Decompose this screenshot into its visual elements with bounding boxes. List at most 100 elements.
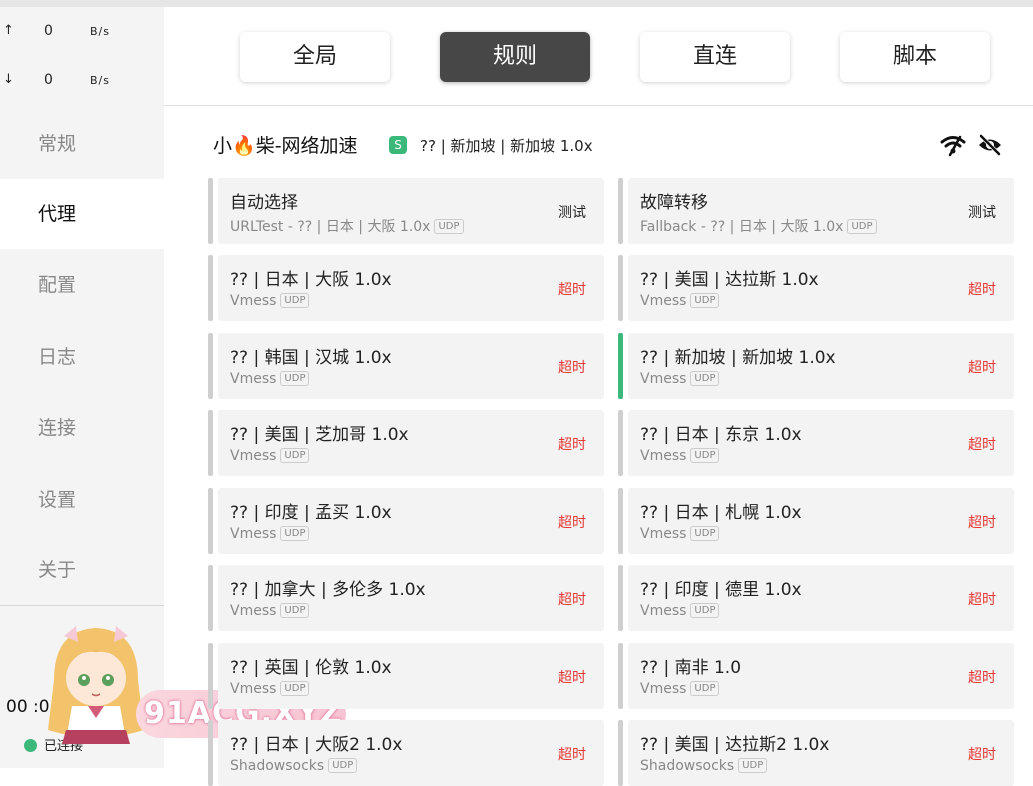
proxy-type-label: Vmess [640,448,687,464]
proxy-type-label: Shadowsocks [230,758,325,774]
nav-connections[interactable]: 连接 [0,393,164,463]
proxy-card[interactable]: ?? | 印度 | 德里 1.0x Vmess UDP 超时 [618,565,1014,631]
latency-status: 超时 [968,515,996,531]
proxy-card[interactable]: ?? | 加拿大 | 多伦多 1.0x Vmess UDP 超时 [208,565,604,631]
proxy-type-label: Vmess [640,371,687,387]
card-indicator [618,565,623,631]
latency-status: 超时 [968,437,996,453]
udp-badge: UDP [690,526,720,541]
proxy-type: Vmess UDP [640,526,720,542]
card-indicator [208,488,213,554]
nav-proxy[interactable]: 代理 [0,179,164,249]
proxy-name: ?? | 美国 | 芝加哥 1.0x [230,425,409,445]
latency-test-icon[interactable] [940,133,966,157]
download-value: 0 [44,72,53,88]
udp-badge: UDP [328,758,358,773]
sidebar-divider [0,605,164,606]
upload-value: 0 [44,23,53,39]
latency-status: 超时 [558,282,586,298]
proxy-type-label: Fallback - ?? | 日本 | 大阪 1.0x [640,219,844,235]
latency-status: 超时 [558,670,586,686]
proxy-name: ?? | 美国 | 达拉斯 1.0x [640,270,819,290]
proxy-type-label: Vmess [230,371,277,387]
udp-badge: UDP [280,371,310,386]
proxy-card[interactable]: ?? | 美国 | 芝加哥 1.0x Vmess UDP 超时 [208,410,604,476]
proxy-type: Vmess UDP [640,371,720,387]
proxy-card[interactable]: ?? | 美国 | 达拉斯 1.0x Vmess UDP 超时 [618,255,1014,321]
card-indicator [208,643,213,709]
proxy-name: ?? | 日本 | 东京 1.0x [640,425,802,445]
proxy-type: Vmess UDP [640,681,720,697]
proxy-type: Shadowsocks UDP [230,758,358,774]
latency-status: 超时 [968,360,996,376]
udp-badge: UDP [280,293,310,308]
card-indicator [208,410,213,476]
proxy-card[interactable]: ?? | 日本 | 大阪 1.0x Vmess UDP 超时 [208,255,604,321]
traffic-panel: ↑ 0 B/s ↓ 0 B/s [0,7,164,107]
latency-status: 超时 [968,592,996,608]
udp-badge: UDP [280,681,310,696]
proxy-type: Vmess UDP [230,448,310,464]
nav-profiles[interactable]: 配置 [0,250,164,320]
latency-status: 超时 [558,592,586,608]
nav-logs[interactable]: 日志 [0,322,164,392]
proxy-card[interactable]: ?? | 美国 | 达拉斯2 1.0x Shadowsocks UDP 超时 [618,720,1014,786]
proxy-card[interactable]: ?? | 日本 | 札幌 1.0x Vmess UDP 超时 [618,488,1014,554]
udp-badge: UDP [690,371,720,386]
proxy-type-label: Vmess [230,681,277,697]
udp-badge: UDP [690,681,720,696]
proxy-type: Shadowsocks UDP [640,758,768,774]
latency-status: 超时 [968,747,996,763]
proxy-card[interactable]: ?? | 日本 | 大阪2 1.0x Shadowsocks UDP 超时 [208,720,604,786]
proxy-name: ?? | 日本 | 大阪 1.0x [230,270,392,290]
proxy-card[interactable]: ?? | 日本 | 东京 1.0x Vmess UDP 超时 [618,410,1014,476]
udp-badge: UDP [280,526,310,541]
card-indicator [618,488,623,554]
proxy-type-label: Shadowsocks [640,758,735,774]
group-title-prefix: 小 [213,135,233,157]
proxy-type: Vmess UDP [230,526,310,542]
proxy-card[interactable]: ?? | 新加坡 | 新加坡 1.0x Vmess UDP 超时 [618,333,1014,399]
proxy-card[interactable]: ?? | 英国 | 伦敦 1.0x Vmess UDP 超时 [208,643,604,709]
nav-general[interactable]: 常规 [0,109,164,179]
proxy-name: ?? | 加拿大 | 多伦多 1.0x [230,580,426,600]
card-indicator [618,720,623,786]
proxy-type-label: Vmess [640,526,687,542]
window-top-strip [0,0,1033,7]
proxy-name: ?? | 日本 | 札幌 1.0x [640,503,802,523]
proxy-name: ?? | 印度 | 德里 1.0x [640,580,802,600]
mode-direct-button[interactable]: 直连 [640,32,790,82]
nav-about[interactable]: 关于 [0,535,164,605]
proxy-name: 自动选择 [230,193,298,213]
test-button[interactable]: 测试 [558,202,586,222]
proxy-type: Vmess UDP [640,448,720,464]
upload-arrow-icon: ↑ [3,23,14,38]
proxy-name: ?? | 韩国 | 汉城 1.0x [230,348,392,368]
test-button[interactable]: 测试 [968,202,996,222]
group-selected-proxy: ?? | 新加坡 | 新加坡 1.0x [420,137,593,155]
group-type-badge: S [389,136,407,154]
proxy-card[interactable]: 自动选择 URLTest - ?? | 日本 | 大阪 1.0x UDP 测试 [208,178,604,244]
proxy-name: ?? | 日本 | 大阪2 1.0x [230,735,403,755]
nav-settings[interactable]: 设置 [0,465,164,535]
proxy-card[interactable]: ?? | 印度 | 孟买 1.0x Vmess UDP 超时 [208,488,604,554]
mode-rule-button[interactable]: 规则 [440,32,590,82]
proxy-name: 故障转移 [640,193,708,213]
proxy-card[interactable]: ?? | 韩国 | 汉城 1.0x Vmess UDP 超时 [208,333,604,399]
proxy-type: Vmess UDP [230,681,310,697]
hide-unavailable-icon[interactable] [977,133,1003,157]
proxy-card[interactable]: 故障转移 Fallback - ?? | 日本 | 大阪 1.0x UDP 测试 [618,178,1014,244]
udp-badge: UDP [280,448,310,463]
card-indicator [208,255,213,321]
group-title[interactable]: 小🔥柴-网络加速 [213,131,358,159]
latency-status: 超时 [558,360,586,376]
download-unit: B/s [90,74,110,87]
proxy-type-label: Vmess [230,603,277,619]
proxy-card[interactable]: ?? | 南非 1.0 Vmess UDP 超时 [618,643,1014,709]
card-indicator [618,178,623,244]
mode-script-button[interactable]: 脚本 [840,32,990,82]
card-indicator [618,255,623,321]
mode-global-button[interactable]: 全局 [240,32,390,82]
mode-bar: 全局 规则 直连 脚本 [164,7,1033,106]
proxy-type: Vmess UDP [640,603,720,619]
